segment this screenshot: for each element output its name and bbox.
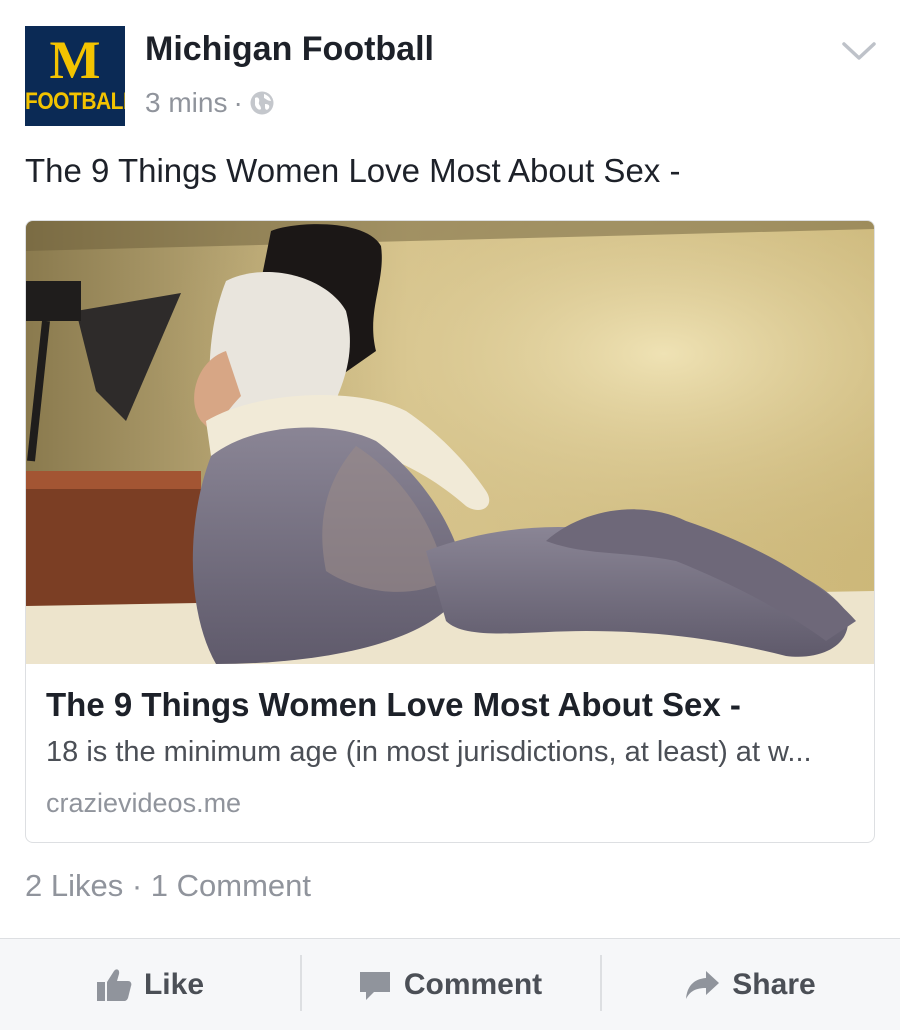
avatar-logo-letter: M: [49, 30, 101, 90]
share-button[interactable]: Share: [600, 939, 900, 1030]
link-preview-image[interactable]: [26, 221, 875, 664]
link-domain: crazievideos.me: [46, 788, 242, 818]
comment-button[interactable]: Comment: [300, 939, 600, 1030]
share-arrow-icon: [686, 970, 720, 999]
chevron-down-icon[interactable]: [840, 38, 878, 64]
avatar-logo-word: FOOTBALL: [25, 88, 125, 115]
post-message: The 9 Things Women Love Most About Sex -: [25, 152, 681, 189]
page-avatar[interactable]: M FOOTBALL: [25, 26, 125, 126]
thumbs-up-icon: [96, 968, 132, 1001]
post-meta: 3 mins ·: [145, 86, 275, 120]
globe-icon: [250, 91, 274, 115]
like-label: Like: [143, 967, 205, 1001]
meta-separator: ·: [233, 87, 243, 118]
engagement-summary[interactable]: 2 Likes · 1 Comment: [25, 868, 311, 904]
link-preview-body: The 9 Things Women Love Most About Sex -…: [26, 664, 874, 842]
post-timestamp[interactable]: 3 mins: [145, 87, 227, 119]
comment-bubble-icon: [359, 971, 390, 1000]
like-button[interactable]: Like: [0, 939, 300, 1030]
page-name-link[interactable]: Michigan Football: [145, 30, 434, 69]
share-label: Share: [732, 967, 816, 1001]
link-preview-card[interactable]: The 9 Things Women Love Most About Sex -…: [25, 220, 875, 843]
link-title[interactable]: The 9 Things Women Love Most About Sex -: [46, 686, 856, 724]
action-bar: Like Comment Share: [0, 938, 900, 1030]
comment-label: Comment: [403, 967, 543, 1001]
post-header: M FOOTBALL Michigan Football 3 mins ·: [0, 0, 900, 140]
link-description: 18 is the minimum age (in most jurisdict…: [46, 736, 812, 768]
